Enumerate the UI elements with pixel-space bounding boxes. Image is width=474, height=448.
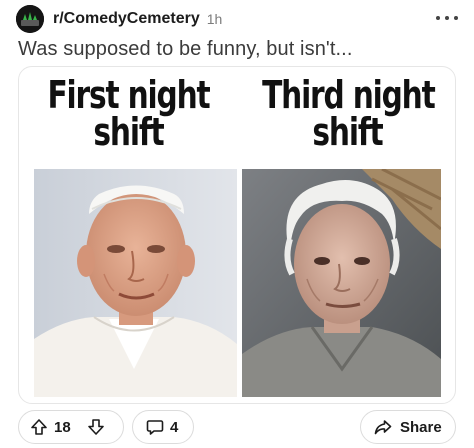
left-caption-line-1: First night <box>47 73 210 117</box>
right-caption-line-1: Third night <box>262 73 436 117</box>
meme-image[interactable]: First night shift Third night shift <box>18 66 456 404</box>
right-caption-line-2: shift <box>312 110 383 154</box>
subreddit-name[interactable]: r/ComedyCemetery <box>53 10 200 28</box>
more-options-icon[interactable] <box>436 8 458 28</box>
comments-button[interactable]: 4 <box>132 410 194 444</box>
share-arrow-icon <box>374 418 392 436</box>
right-caption: Third night shift <box>238 73 455 154</box>
post-time: 1h <box>206 11 223 27</box>
post-title[interactable]: Was supposed to be funny, but isn't... <box>18 38 352 61</box>
vote-bar: 18 <box>18 410 124 444</box>
left-caption-line-2: shift <box>93 110 164 154</box>
comment-count: 4 <box>170 418 179 436</box>
upvote-arrow-icon[interactable] <box>30 418 48 436</box>
upvote-count: 18 <box>54 418 71 436</box>
right-photo <box>242 169 441 397</box>
comment-bubble-icon <box>146 418 164 436</box>
share-button[interactable]: Share <box>360 410 456 444</box>
post-header: r/ComedyCemetery 1h <box>16 4 458 34</box>
left-caption: First night shift <box>19 73 238 154</box>
share-label: Share <box>400 418 442 436</box>
left-photo <box>34 169 237 397</box>
downvote-arrow-icon[interactable] <box>87 418 105 436</box>
subreddit-avatar[interactable] <box>16 5 44 33</box>
post-actions: 18 4 Share <box>18 410 456 444</box>
